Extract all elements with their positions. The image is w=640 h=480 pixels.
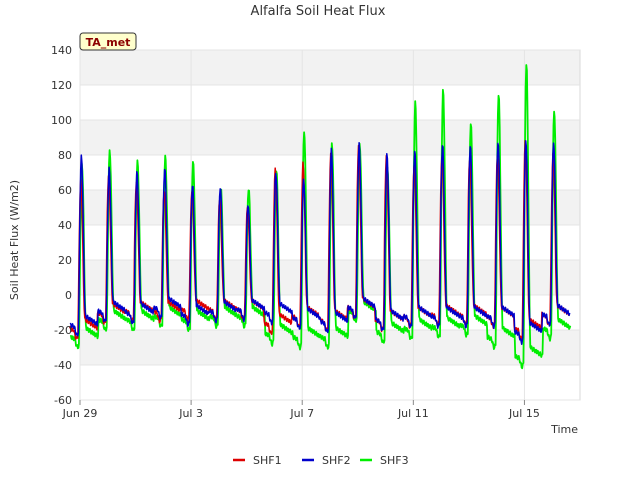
y-tick-label: 120 <box>51 79 72 92</box>
x-tick-label: Jul 11 <box>397 407 429 420</box>
y-tick-label: 20 <box>58 254 72 267</box>
y-tick-label: 60 <box>58 184 72 197</box>
legend-label-shf2: SHF2 <box>322 454 351 467</box>
y-tick-label: 140 <box>51 44 72 57</box>
plot-band <box>80 85 580 120</box>
badge-label: TA_met <box>86 36 131 49</box>
x-axis-label: Time <box>550 423 578 436</box>
y-tick-label: 0 <box>65 289 72 302</box>
x-tick-label: Jul 7 <box>289 407 314 420</box>
plot-band <box>80 50 580 85</box>
x-tick-label: Jul 15 <box>508 407 540 420</box>
y-tick-label: -60 <box>54 394 72 407</box>
ta-met-badge: TA_met <box>79 32 137 51</box>
legend-label-shf1: SHF1 <box>253 454 282 467</box>
x-tick-label: Jun 29 <box>62 407 98 420</box>
chart-title: Alfalfa Soil Heat Flux <box>251 4 386 19</box>
y-axis-label: Soil Heat Flux (W/m2) <box>8 180 21 300</box>
plot-band <box>80 120 580 155</box>
y-tick-label: 100 <box>51 114 72 127</box>
y-tick-label: -20 <box>54 324 72 337</box>
legend-label-shf3: SHF3 <box>380 454 409 467</box>
y-tick-label: 40 <box>58 219 72 232</box>
x-tick-label: Jul 3 <box>178 407 203 420</box>
y-tick-label: 80 <box>58 149 72 162</box>
plot-band <box>80 330 580 365</box>
y-tick-label: -40 <box>54 359 72 372</box>
plot-band <box>80 365 580 400</box>
soil-heat-flux-chart: Alfalfa Soil Heat Flux -60 -40 -20 0 20 40 60 8… <box>0 0 640 480</box>
